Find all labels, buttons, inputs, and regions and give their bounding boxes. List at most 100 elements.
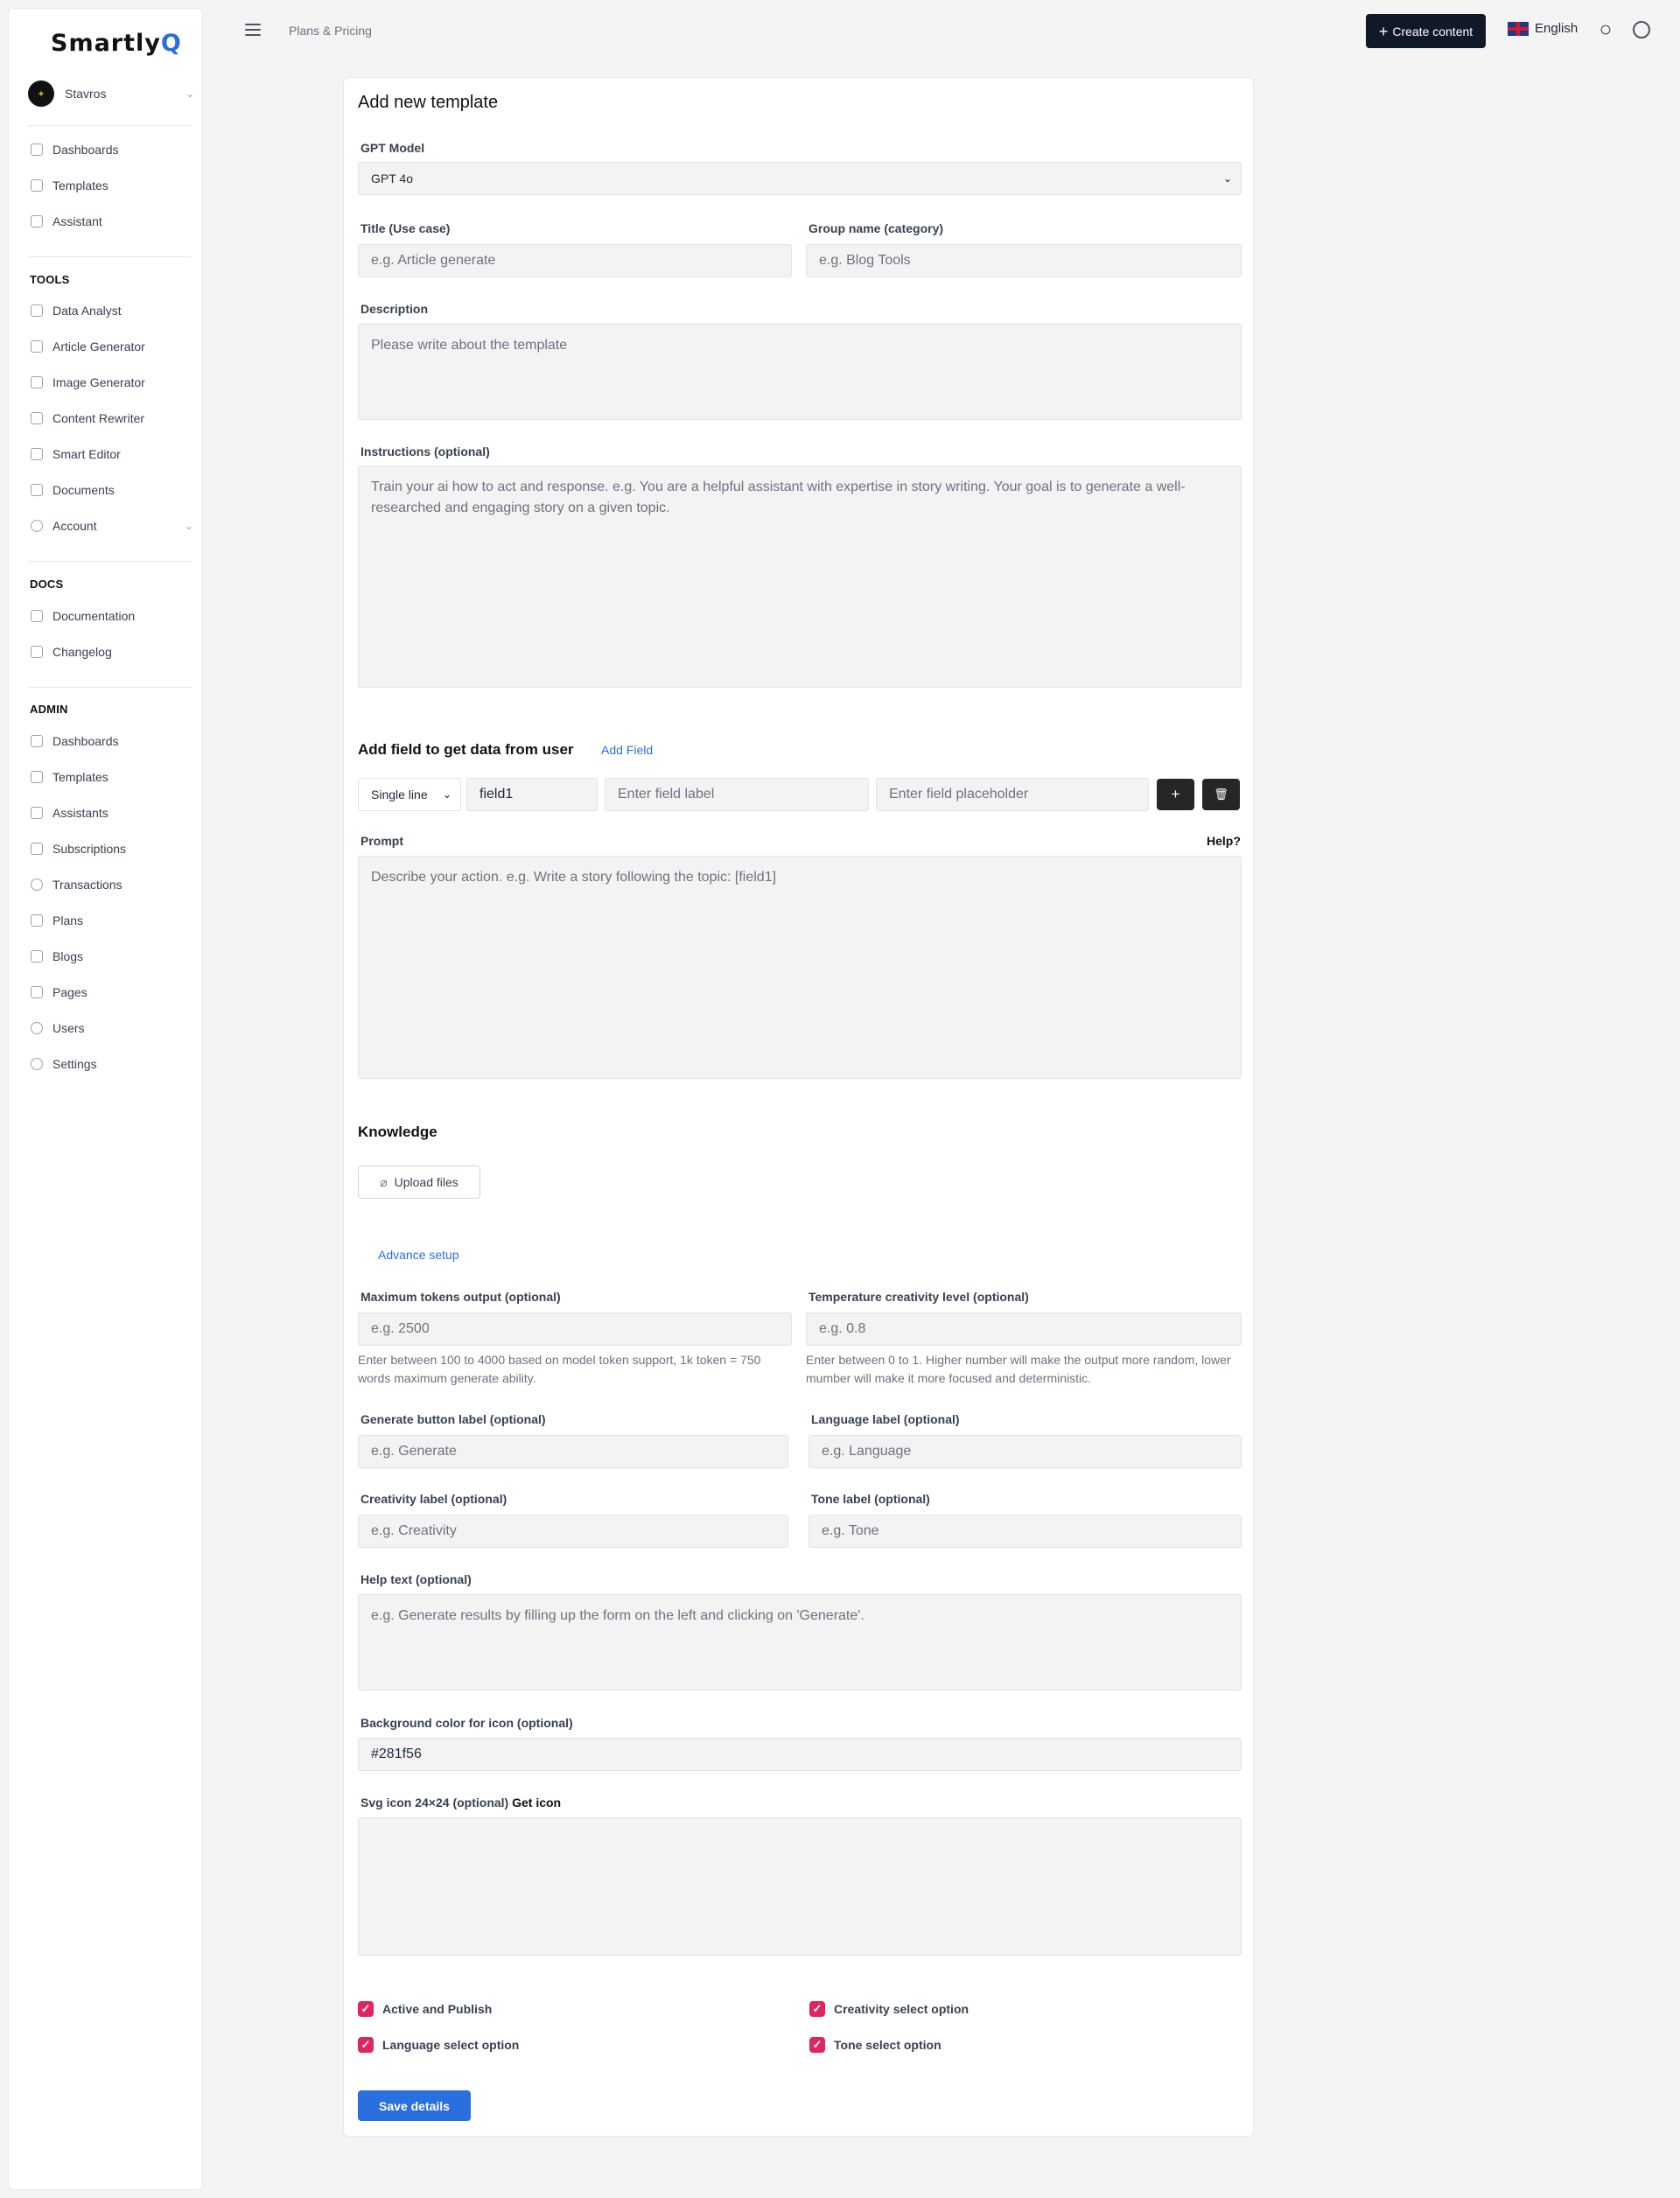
sidebar-item-admin-users[interactable]: Users [31, 1018, 193, 1038]
avatar: ✦ [28, 80, 54, 107]
sidebar-item-admin-plans[interactable]: Plans [31, 911, 193, 930]
users-icon [31, 1022, 43, 1034]
sidebar-item-documentation[interactable]: Documentation [31, 606, 193, 626]
template-form-card: Add new template GPT Model GPT 4o ⌄ Titl… [343, 77, 1254, 2137]
title-label: Title (Use case) [360, 221, 451, 235]
dashboard-icon [31, 735, 43, 747]
user-name: Stavros [65, 87, 107, 101]
coin-icon [31, 878, 43, 891]
gpt-model-label: GPT Model [360, 141, 425, 155]
generate-button-label-label: Generate button label (optional) [360, 1412, 546, 1426]
max-tokens-input[interactable]: e.g. 2500 [358, 1312, 792, 1346]
add-field-link[interactable]: Add Field [601, 743, 653, 757]
svg-icon-textarea[interactable] [358, 1817, 1242, 1956]
divider [28, 125, 191, 126]
user-switcher[interactable]: ✦ Stavros ⌄ [28, 79, 194, 108]
sidebar-item-admin-assistants[interactable]: Assistants [31, 803, 193, 822]
save-details-button[interactable]: Save details [358, 2090, 471, 2121]
language-option-checkbox[interactable]: ✓ Language select option [358, 2037, 519, 2053]
max-tokens-label: Maximum tokens output (optional) [360, 1290, 561, 1304]
section-title-docs: DOCS [30, 578, 64, 591]
tone-label-input[interactable]: e.g. Tone [808, 1515, 1242, 1548]
sidebar-item-image-generator[interactable]: Image Generator [31, 373, 193, 392]
divider [28, 687, 191, 688]
sidebar-item-dashboards[interactable]: Dashboards [31, 140, 193, 159]
sidebar-item-content-rewriter[interactable]: Content Rewriter [31, 409, 193, 428]
description-textarea[interactable]: Please write about the template [358, 324, 1242, 420]
sidebar-item-admin-subscriptions[interactable]: Subscriptions [31, 839, 193, 858]
field-label-input[interactable]: Enter field label [605, 778, 869, 811]
uk-flag-icon [1508, 21, 1529, 36]
group-name-input[interactable]: e.g. Blog Tools [806, 244, 1242, 277]
add-field-title: Add field to get data from user [358, 741, 574, 758]
brand-logo[interactable]: SmartlyQ [51, 30, 182, 57]
knowledge-title: Knowledge [358, 1124, 438, 1140]
document-icon [31, 610, 43, 622]
breadcrumb[interactable]: Plans & Pricing [289, 24, 372, 38]
sidebar-item-smart-editor[interactable]: Smart Editor [31, 444, 193, 464]
gpt-model-select[interactable]: GPT 4o ⌄ [358, 162, 1242, 195]
sidebar-item-admin-pages[interactable]: Pages [31, 983, 193, 1002]
advance-setup-link[interactable]: Advance setup [378, 1248, 459, 1262]
description-label: Description [360, 302, 429, 316]
generate-button-label-input[interactable]: e.g. Generate [358, 1435, 788, 1468]
creativity-label-input[interactable]: e.g. Creativity [358, 1515, 788, 1548]
checkmark-icon: ✓ [809, 2037, 825, 2053]
sidebar-item-account[interactable]: Account ⌄ [31, 516, 193, 536]
help-text-label: Help text (optional) [360, 1572, 472, 1586]
help-text-textarea[interactable]: e.g. Generate results by filling up the … [358, 1594, 1242, 1690]
sun-icon[interactable] [1600, 24, 1611, 35]
user-profile-icon[interactable] [1633, 21, 1650, 38]
prompt-textarea[interactable]: Describe your action. e.g. Write a story… [358, 856, 1242, 1079]
sidebar-item-admin-blogs[interactable]: Blogs [31, 947, 193, 966]
chat-icon [31, 807, 43, 819]
sidebar-item-documents[interactable]: Documents [31, 480, 193, 500]
add-field-button[interactable]: + [1157, 779, 1194, 810]
sidebar-item-article-generator[interactable]: Article Generator [31, 337, 193, 356]
create-content-button[interactable]: + Create content [1366, 14, 1486, 48]
help-link[interactable]: Help? [1207, 834, 1241, 848]
plans-icon [31, 914, 43, 927]
bg-color-input[interactable]: #281f56 [358, 1738, 1242, 1771]
chat-icon [31, 215, 43, 228]
divider [28, 256, 191, 257]
sidebar-item-data-analyst[interactable]: Data Analyst [31, 301, 193, 320]
plus-icon: + [1378, 22, 1389, 40]
group-name-label: Group name (category) [808, 221, 944, 235]
chevron-down-icon: ⌄ [184, 520, 193, 532]
checkmark-icon: ✓ [358, 2001, 374, 2017]
paperclip-icon: ⌀ [380, 1174, 388, 1189]
field-name-input[interactable]: field1 [466, 778, 598, 811]
sidebar-item-admin-settings[interactable]: Settings [31, 1054, 193, 1074]
image-icon [31, 376, 43, 388]
delete-field-button[interactable]: 🗑 [1202, 779, 1240, 810]
dashboard-icon [31, 144, 43, 156]
checkmark-icon: ✓ [809, 2001, 825, 2017]
sidebar-item-admin-dashboards[interactable]: Dashboards [31, 732, 193, 751]
sidebar-item-admin-transactions[interactable]: Transactions [31, 875, 193, 894]
creativity-label-label: Creativity label (optional) [360, 1492, 508, 1506]
language-label-input[interactable]: e.g. Language [808, 1435, 1242, 1468]
trash-icon: 🗑 [1214, 788, 1228, 801]
tone-option-checkbox[interactable]: ✓ Tone select option [809, 2037, 942, 2053]
instructions-textarea[interactable]: Train your ai how to act and response. e… [358, 466, 1242, 688]
sidebar-item-assistant[interactable]: Assistant [31, 212, 193, 231]
active-publish-checkbox[interactable]: ✓ Active and Publish [358, 2001, 492, 2017]
temperature-input[interactable]: e.g. 0.8 [806, 1312, 1242, 1346]
edit-icon [31, 448, 43, 460]
instructions-label: Instructions (optional) [360, 444, 490, 458]
field-placeholder-input[interactable]: Enter field placeholder [876, 778, 1149, 811]
max-tokens-help: Enter between 100 to 4000 based on model… [358, 1353, 761, 1385]
sidebar-item-changelog[interactable]: Changelog [31, 642, 193, 662]
creativity-option-checkbox[interactable]: ✓ Creativity select option [809, 2001, 969, 2017]
section-title-admin: ADMIN [30, 703, 68, 716]
sidebar-item-admin-templates[interactable]: Templates [31, 767, 193, 787]
get-icon-link[interactable]: Get icon [512, 1796, 561, 1810]
title-input[interactable]: e.g. Article generate [358, 244, 792, 277]
language-switcher[interactable]: English [1508, 21, 1578, 36]
field-type-select[interactable]: Single line ⌄ [358, 778, 461, 811]
sidebar-item-templates[interactable]: Templates [31, 176, 193, 195]
hamburger-menu-icon[interactable] [245, 24, 261, 36]
svg-icon-label: Svg icon 24×24 (optional) Get icon [360, 1796, 562, 1810]
upload-files-button[interactable]: ⌀ Upload files [358, 1166, 480, 1199]
